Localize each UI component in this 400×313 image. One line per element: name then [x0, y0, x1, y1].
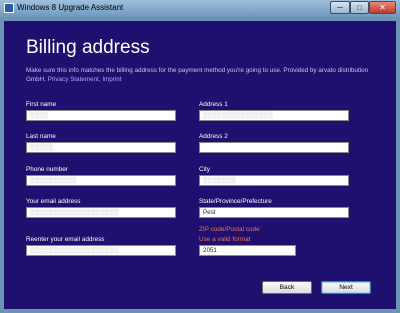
first-name-field[interactable]: ▒▒▒▒ — [26, 110, 176, 121]
address2-label: Address 2 — [199, 133, 228, 140]
address1-field[interactable]: ▒▒▒▒▒▒▒▒▒▒▒▒▒▒▒ — [199, 110, 349, 121]
email-label: Your email address — [26, 198, 81, 205]
imprint-link[interactable]: Imprint — [102, 76, 121, 83]
page-description: Make sure this info matches the billing … — [26, 67, 369, 83]
phone-label: Phone number — [26, 166, 68, 173]
back-button[interactable]: Back — [262, 281, 312, 294]
app-window: Windows 8 Upgrade Assistant ─ □ ✕ Billin… — [0, 0, 400, 313]
state-field[interactable]: Pest — [199, 207, 349, 218]
minimize-button[interactable]: ─ — [330, 1, 350, 14]
window-title: Windows 8 Upgrade Assistant — [17, 3, 124, 12]
windows-logo-icon — [4, 3, 14, 13]
first-name-label: First name — [26, 101, 57, 108]
zip-label: ZIP code/Postal code — [199, 226, 260, 233]
email-field[interactable]: ▒▒▒▒▒▒▒▒▒▒▒▒▒▒▒▒▒▒▒ — [26, 207, 176, 218]
title-bar[interactable]: Windows 8 Upgrade Assistant ─ □ ✕ — [0, 0, 400, 17]
city-field[interactable]: ▒▒▒▒▒▒▒ — [199, 175, 349, 186]
state-label: State/Province/Prefecture — [199, 198, 272, 205]
phone-field[interactable]: ▒▒▒▒▒▒▒▒▒▒ — [26, 175, 176, 186]
email-confirm-label: Reenter your email address — [26, 236, 105, 243]
main-content: Billing address Make sure this info matc… — [4, 21, 396, 309]
zip-error-message: Use a valid format — [199, 236, 251, 243]
maximize-button[interactable]: □ — [350, 1, 369, 14]
next-button[interactable]: Next — [321, 281, 371, 294]
address1-label: Address 1 — [199, 101, 228, 108]
last-name-label: Last name — [26, 133, 56, 140]
city-label: City — [199, 166, 211, 173]
zip-field[interactable]: 2051 — [199, 245, 296, 256]
email-confirm-field[interactable]: ▒▒▒▒▒▒▒▒▒▒▒▒▒▒▒▒▒▒▒ — [26, 245, 176, 256]
page-title: Billing address — [26, 37, 150, 58]
last-name-field[interactable]: ▒▒▒▒▒ — [26, 142, 176, 153]
close-button[interactable]: ✕ — [369, 1, 396, 14]
address2-field[interactable] — [199, 142, 349, 153]
privacy-statement-link[interactable]: Privacy Statement — [48, 76, 99, 83]
